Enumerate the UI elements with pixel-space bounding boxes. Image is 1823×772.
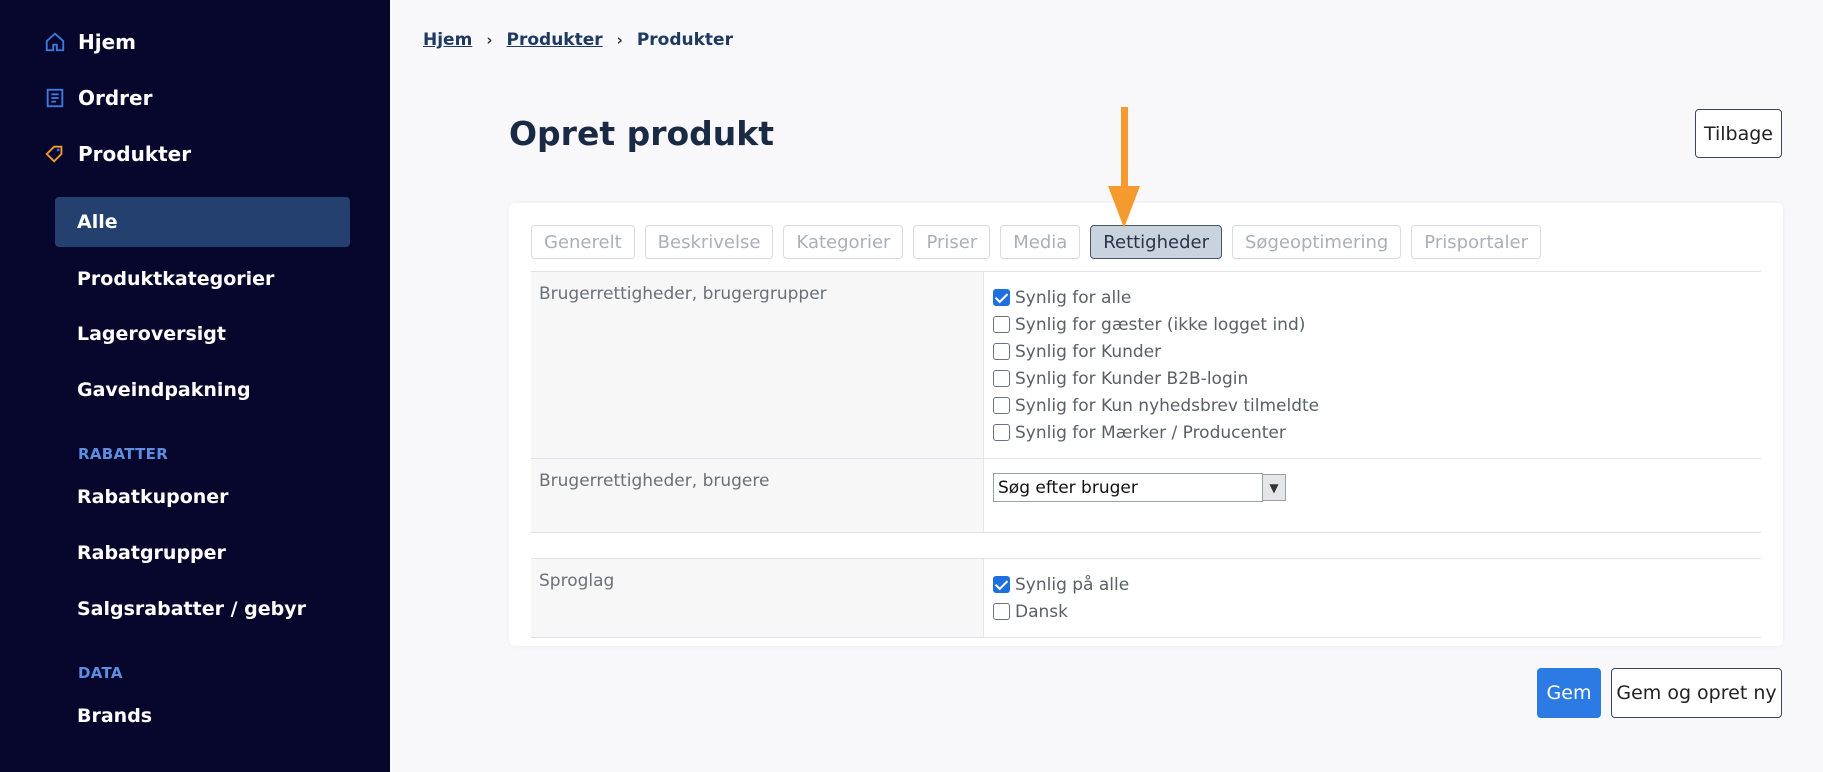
- breadcrumb: Hjem › Produkter › Produkter: [423, 30, 733, 50]
- sidebar-sub-item-produktkategorier[interactable]: Produktkategorier: [55, 254, 350, 304]
- row-spacer: [531, 532, 1761, 558]
- user-search-select[interactable]: Søg efter bruger ▼: [993, 473, 1752, 502]
- breadcrumb-produkter[interactable]: Produkter: [507, 30, 603, 50]
- checkbox-label: Synlig for gæster (ikke logget ind): [1015, 314, 1306, 335]
- tab-rettigheder[interactable]: Rettigheder: [1090, 225, 1222, 259]
- checkbox-synlig-maerker[interactable]: Synlig for Mærker / Producenter: [993, 419, 1752, 446]
- sidebar-sub-item-rabatkuponer[interactable]: Rabatkuponer: [55, 472, 350, 522]
- row-users: Brugerrettigheder, brugere Søg efter bru…: [531, 458, 1761, 532]
- sidebar-item-label: Produkter: [78, 142, 192, 166]
- sidebar-item-ordrer[interactable]: Ordrer: [44, 86, 152, 110]
- checkbox-synlig-paa-alle[interactable]: Synlig på alle: [993, 571, 1752, 598]
- checkbox-empty-icon[interactable]: [993, 370, 1010, 387]
- sidebar-sub-item-gaveindpakning[interactable]: Gaveindpakning: [55, 365, 350, 415]
- form-card: Generelt Beskrivelse Kategorier Priser M…: [509, 203, 1783, 646]
- sidebar-sub-item-label: Gaveindpakning: [77, 379, 251, 401]
- row-value: Søg efter bruger ▼: [984, 459, 1761, 532]
- tab-priser[interactable]: Priser: [913, 225, 991, 259]
- tab-generelt[interactable]: Generelt: [531, 225, 635, 259]
- checkbox-label: Synlig for Mærker / Producenter: [1015, 422, 1286, 443]
- tab-kategorier[interactable]: Kategorier: [783, 225, 904, 259]
- row-user-groups: Brugerrettigheder, brugergrupper Synlig …: [531, 271, 1761, 458]
- sidebar-sub-item-alle[interactable]: Alle: [55, 197, 350, 247]
- checkbox-label: Synlig for alle: [1015, 287, 1132, 308]
- chevron-down-icon[interactable]: ▼: [1262, 474, 1286, 501]
- home-icon: [45, 32, 65, 52]
- tag-icon: [45, 145, 63, 163]
- checkbox-label: Synlig for Kun nyhedsbrev tilmeldte: [1015, 395, 1320, 416]
- sidebar-item-produkter[interactable]: Produkter: [44, 142, 191, 166]
- checkbox-synlig-alle[interactable]: Synlig for alle: [993, 284, 1752, 311]
- sidebar-sub-item-label: Rabatkuponer: [77, 486, 229, 508]
- checkbox-empty-icon[interactable]: [993, 424, 1010, 441]
- save-and-new-button[interactable]: Gem og opret ny: [1611, 668, 1782, 718]
- save-button[interactable]: Gem: [1537, 668, 1601, 718]
- checkbox-label: Synlig på alle: [1015, 574, 1130, 595]
- checkbox-checked-icon[interactable]: [993, 289, 1010, 306]
- row-label: Brugerrettigheder, brugere: [531, 459, 984, 532]
- tab-prisportaler[interactable]: Prisportaler: [1411, 225, 1542, 259]
- sidebar-sub-item-brands[interactable]: Brands: [55, 691, 350, 741]
- annotation-arrow-head: [1108, 186, 1140, 228]
- checkbox-dansk[interactable]: Dansk: [993, 598, 1752, 625]
- chevron-right-icon: ›: [616, 31, 623, 49]
- permissions-table: Brugerrettigheder, brugergrupper Synlig …: [531, 271, 1761, 638]
- checkbox-empty-icon[interactable]: [993, 316, 1010, 333]
- checkbox-empty-icon[interactable]: [993, 343, 1010, 360]
- row-value: Synlig for alle Synlig for gæster (ikke …: [984, 272, 1761, 458]
- checkbox-synlig-nyhedsbrev[interactable]: Synlig for Kun nyhedsbrev tilmeldte: [993, 392, 1752, 419]
- tab-media[interactable]: Media: [1000, 225, 1081, 259]
- sidebar: Hjem Ordrer Produkter Alle Produktkatego…: [0, 0, 390, 772]
- sidebar-sub-item-lageroversigt[interactable]: Lageroversigt: [55, 309, 350, 359]
- sidebar-sub-item-rabatgrupper[interactable]: Rabatgrupper: [55, 528, 350, 578]
- breadcrumb-hjem[interactable]: Hjem: [423, 30, 472, 50]
- sidebar-sub-item-label: Salgsrabatter / gebyr: [77, 598, 306, 620]
- sidebar-sub-item-label: Rabatgrupper: [77, 542, 226, 564]
- page-title: Opret produkt: [509, 114, 774, 153]
- tab-beskrivelse[interactable]: Beskrivelse: [644, 225, 774, 259]
- annotation-arrow-shaft: [1121, 107, 1128, 189]
- tab-bar: Generelt Beskrivelse Kategorier Priser M…: [531, 225, 1551, 259]
- sidebar-item-label: Ordrer: [78, 86, 153, 110]
- checkbox-checked-icon[interactable]: [993, 576, 1010, 593]
- checkbox-synlig-kunder-b2b[interactable]: Synlig for Kunder B2B-login: [993, 365, 1752, 392]
- sidebar-section-data: DATA: [78, 664, 123, 682]
- sidebar-sub-item-label: Lageroversigt: [77, 323, 226, 345]
- row-label: Brugerrettigheder, brugergrupper: [531, 272, 984, 458]
- row-value: Synlig på alle Dansk: [984, 559, 1761, 637]
- checkbox-empty-icon[interactable]: [993, 603, 1010, 620]
- sidebar-sub-item-label: Alle: [77, 211, 118, 233]
- row-label: Sproglag: [531, 559, 984, 637]
- user-search-input[interactable]: Søg efter bruger: [993, 473, 1263, 502]
- sidebar-sub-item-label: Brands: [77, 705, 153, 727]
- row-language: Sproglag Synlig på alle Dansk: [531, 558, 1761, 638]
- checkbox-synlig-gaester[interactable]: Synlig for gæster (ikke logget ind): [993, 311, 1752, 338]
- checkbox-label: Synlig for Kunder B2B-login: [1015, 368, 1249, 389]
- chevron-right-icon: ›: [486, 31, 493, 49]
- sidebar-item-label: Hjem: [78, 30, 136, 54]
- back-button[interactable]: Tilbage: [1695, 109, 1782, 158]
- sidebar-sub-item-salgsrabatter[interactable]: Salgsrabatter / gebyr: [55, 584, 350, 634]
- sidebar-sub-item-label: Produktkategorier: [77, 268, 275, 290]
- tab-soegeoptimering[interactable]: Søgeoptimering: [1232, 225, 1402, 259]
- checkbox-empty-icon[interactable]: [993, 397, 1010, 414]
- breadcrumb-current: Produkter: [636, 30, 733, 50]
- sidebar-section-rabatter: RABATTER: [78, 445, 169, 463]
- orders-icon: [46, 88, 64, 108]
- checkbox-label: Synlig for Kunder: [1015, 341, 1162, 362]
- checkbox-synlig-kunder[interactable]: Synlig for Kunder: [993, 338, 1752, 365]
- checkbox-label: Dansk: [1015, 601, 1068, 622]
- sidebar-item-hjem[interactable]: Hjem: [44, 30, 136, 54]
